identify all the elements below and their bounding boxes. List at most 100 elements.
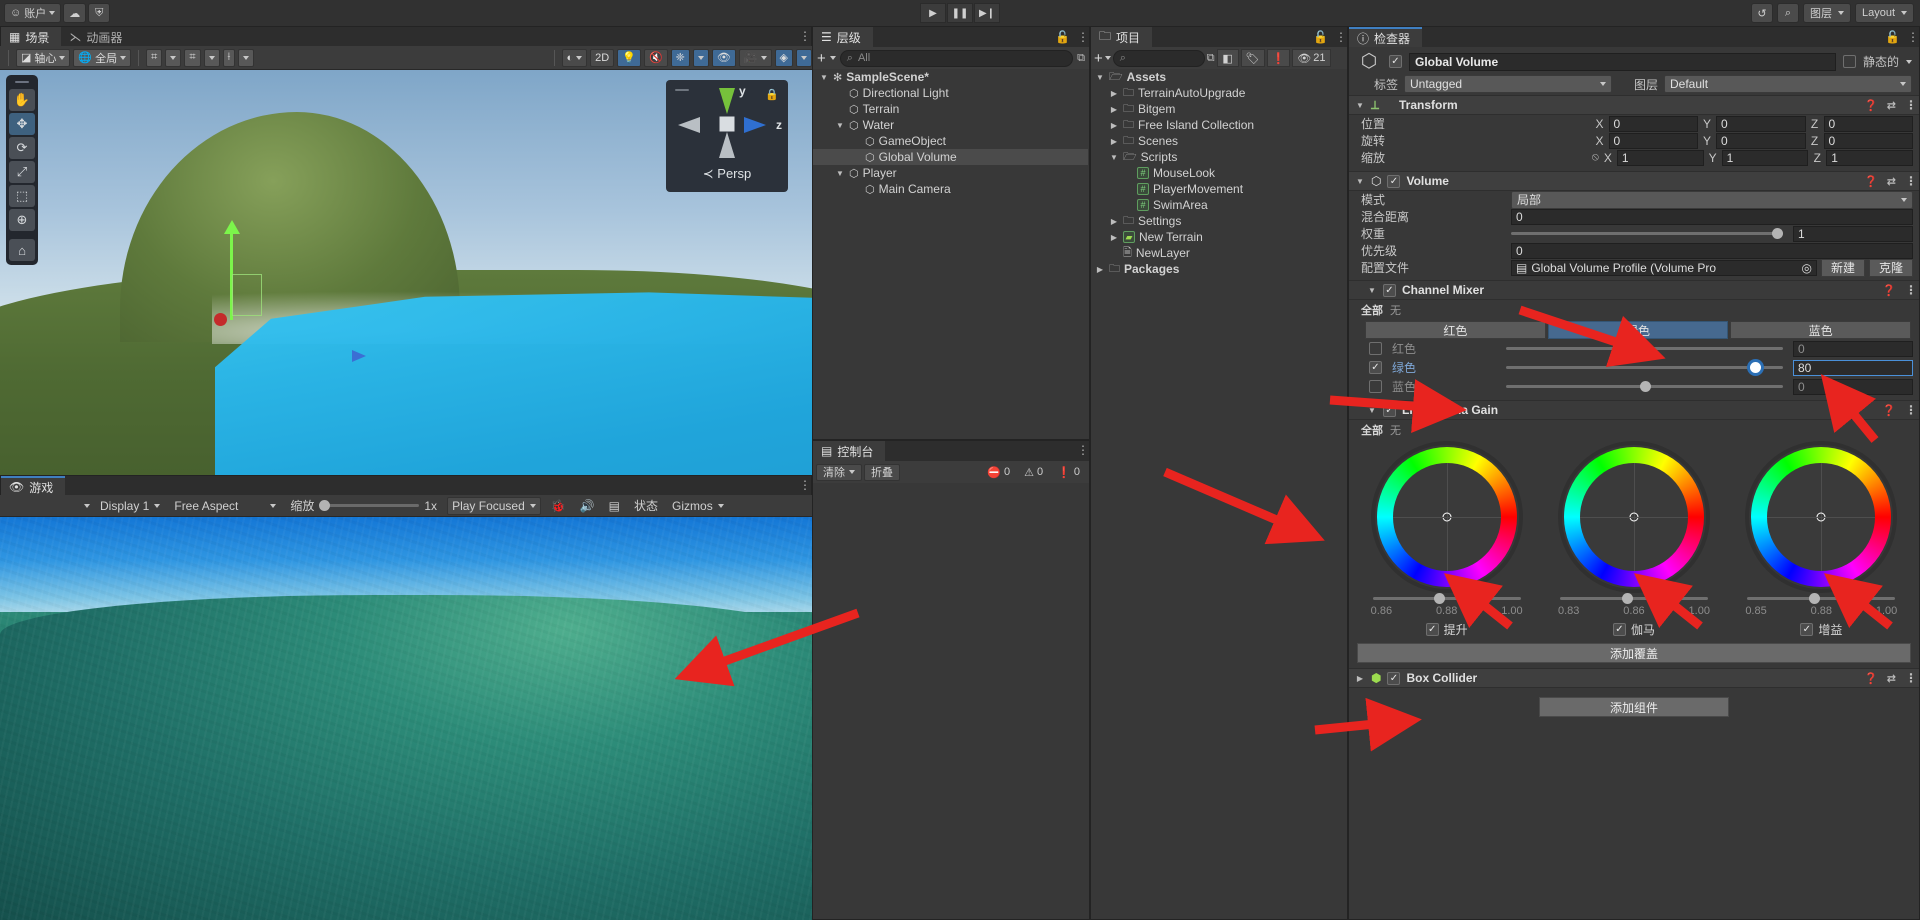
rotation-x-field[interactable]: 0 <box>1609 133 1699 149</box>
lift-gamma-gain-header[interactable]: ▼ ✓ Lift Gamma Gain ❓ ⋮ <box>1349 400 1919 420</box>
volume-profile-clone-button[interactable]: 克隆 <box>1869 259 1913 277</box>
color-wheel-override-checkbox[interactable]: ✓ <box>1613 623 1626 636</box>
gizmos-dropdown[interactable] <box>796 49 812 67</box>
preset-icon[interactable]: ⇄ <box>1887 99 1896 112</box>
project-menu-icon[interactable]: ⋮ <box>1335 31 1343 43</box>
color-wheel-inner[interactable] <box>1393 463 1501 571</box>
color-wheel-handle[interactable] <box>1817 513 1826 522</box>
add-override-button[interactable]: 添加覆盖 <box>1357 643 1911 663</box>
handle-space-dropdown[interactable]: 🌐 全局 <box>73 49 131 67</box>
component-menu-icon[interactable]: ⋮ <box>1905 284 1913 296</box>
color-wheel-slider-knob[interactable] <box>1622 593 1633 604</box>
hierarchy-expand-icon[interactable]: ⧉ <box>1077 52 1085 65</box>
hierarchy-item[interactable]: ▼⬡Player <box>813 165 1088 181</box>
scene-fx-toggle[interactable]: ❈ <box>671 49 690 67</box>
gizmo-perspective-label[interactable]: ≺ Persp <box>666 166 788 182</box>
channel-row-slider[interactable] <box>1506 385 1783 388</box>
chevron-down-icon[interactable] <box>84 504 90 508</box>
gizmo-axis-z-positive[interactable] <box>744 117 766 133</box>
color-wheel-slider-knob[interactable] <box>1434 593 1445 604</box>
project-filter-type-button[interactable]: ◧ <box>1217 49 1239 67</box>
output-tab-blue[interactable]: 蓝色 <box>1730 321 1911 339</box>
hierarchy-item[interactable]: ⬡Global Volume <box>813 149 1088 165</box>
collapse-arrow-icon[interactable]: ▼ <box>1355 177 1365 186</box>
shading-mode-dropdown[interactable]: ◐ <box>562 49 588 67</box>
snap-increment-dropdown[interactable] <box>204 49 220 67</box>
expand-arrow-icon[interactable]: ▶ <box>1109 233 1119 242</box>
collapse-arrow-icon[interactable]: ▼ <box>1367 406 1377 415</box>
transform-component-header[interactable]: ▼ ⟂ Transform ❓ ⇄ ⋮ <box>1349 95 1919 115</box>
channel-row-value[interactable]: 0 <box>1793 341 1913 357</box>
lock-icon[interactable]: 🔓 <box>1055 30 1070 44</box>
volume-profile-field[interactable]: ▤ Global Volume Profile (Volume Pro ◎ <box>1511 260 1817 276</box>
project-item[interactable]: #MouseLook <box>1091 165 1346 181</box>
gizmo-center-cube[interactable] <box>720 117 735 132</box>
all-label[interactable]: 全部 <box>1361 422 1383 438</box>
console-menu-icon[interactable]: ⋮ <box>1077 444 1085 456</box>
lock-icon[interactable]: 🔒 <box>765 88 779 101</box>
channel-row-slider-knob[interactable] <box>1640 381 1651 392</box>
channel-row-slider[interactable] <box>1506 347 1783 350</box>
grid-snap-button[interactable]: ⌗ <box>146 49 162 67</box>
game-panel-menu-icon[interactable]: ⋮ <box>799 479 807 491</box>
project-filter-warning-button[interactable]: ❗ <box>1267 49 1291 67</box>
lgg-enabled-checkbox[interactable]: ✓ <box>1383 404 1396 417</box>
channel-row-slider[interactable] <box>1506 366 1783 369</box>
gameobject-enabled-checkbox[interactable]: ✓ <box>1389 55 1402 68</box>
volume-component-header[interactable]: ▼ ⬡ ✓ Volume ❓ ⇄ ⋮ <box>1349 171 1919 191</box>
gizmo-axis-y-positive[interactable] <box>719 88 735 114</box>
gameobject-name-field[interactable]: Global Volume <box>1409 53 1836 71</box>
box-collider-enabled-checkbox[interactable]: ✓ <box>1387 672 1400 685</box>
collapse-arrow-icon[interactable]: ▼ <box>1109 153 1119 162</box>
component-menu-icon[interactable]: ⋮ <box>1905 175 1913 187</box>
collapse-arrow-icon[interactable]: ▼ <box>1355 101 1365 110</box>
channel-override-checkbox[interactable] <box>1369 380 1382 393</box>
scale-slider-knob[interactable] <box>319 500 330 511</box>
volume-weight-field[interactable]: 1 <box>1793 226 1913 242</box>
hierarchy-add-button[interactable]: + <box>817 50 826 67</box>
project-item[interactable]: 🗎NewLayer <box>1091 245 1346 261</box>
aspect-dropdown[interactable]: Free Aspect <box>170 497 280 515</box>
project-item[interactable]: #PlayerMovement <box>1091 181 1346 197</box>
channel-mixer-header[interactable]: ▼ ✓ Channel Mixer ❓ ⋮ <box>1349 280 1919 300</box>
project-tree[interactable]: ▼🗁Assets▶🗀TerrainAutoUpgrade▶🗀Bitgem▶🗀Fr… <box>1091 69 1346 918</box>
chevron-down-icon[interactable] <box>830 56 836 60</box>
add-component-button[interactable]: 添加组件 <box>1539 697 1729 717</box>
rect-tool-button[interactable]: ⬚ <box>9 185 35 207</box>
hierarchy-item[interactable]: ⬡GameObject <box>813 133 1088 149</box>
transform-tool-button[interactable]: ⊕ <box>9 209 35 231</box>
tab-scene[interactable]: ▦ 场景 <box>1 27 61 47</box>
tag-dropdown[interactable]: Untagged <box>1404 75 1612 93</box>
expand-arrow-icon[interactable]: ▶ <box>1355 674 1365 683</box>
tab-hierarchy[interactable]: ☰ 层级 <box>813 27 873 47</box>
project-item[interactable]: ▶🗀Settings <box>1091 213 1346 229</box>
output-tab-red[interactable]: 红色 <box>1365 321 1546 339</box>
debug-toggle[interactable]: 🐞 <box>547 497 570 515</box>
preset-icon[interactable]: ⇄ <box>1887 672 1896 685</box>
stats-toggle[interactable]: 状态 <box>630 497 662 515</box>
channel-row-value[interactable]: 0 <box>1793 379 1913 395</box>
help-icon[interactable]: ❓ <box>1882 284 1896 297</box>
console-error-filter[interactable]: ⛔ 0 <box>981 463 1016 481</box>
scene-panel-menu-icon[interactable]: ⋮ <box>799 30 807 42</box>
collapse-arrow-icon[interactable]: ▼ <box>819 73 829 82</box>
hierarchy-item[interactable]: ⬡Terrain <box>813 101 1088 117</box>
rotation-z-field[interactable]: 0 <box>1824 133 1914 149</box>
color-wheel-override-checkbox[interactable]: ✓ <box>1800 623 1813 636</box>
rotation-y-field[interactable]: 0 <box>1716 133 1806 149</box>
channel-override-checkbox[interactable]: ✓ <box>1369 361 1382 374</box>
shield-button[interactable]: ⛨ <box>88 3 110 23</box>
volume-mode-dropdown[interactable]: 局部 <box>1511 191 1913 209</box>
hierarchy-item[interactable]: ▼✻SampleScene* <box>813 69 1088 85</box>
help-icon[interactable]: ❓ <box>1864 672 1878 685</box>
volume-enabled-checkbox[interactable]: ✓ <box>1387 175 1400 188</box>
pivot-mode-dropdown[interactable]: ◪ 轴心 <box>16 49 70 67</box>
ruler-dropdown[interactable] <box>238 49 254 67</box>
scene-lighting-toggle[interactable]: 💡 <box>617 49 641 67</box>
layout-dropdown[interactable]: Layout <box>1855 3 1914 23</box>
channel-row-value[interactable]: 80 <box>1793 360 1913 376</box>
help-icon[interactable]: ❓ <box>1882 404 1896 417</box>
position-y-field[interactable]: 0 <box>1716 116 1806 132</box>
scene-view-viewport[interactable]: ✋ ✥ ⟳ ⤢ ⬚ ⊕ ⌂ 🔒 y z ≺ Persp <box>0 70 812 475</box>
collapse-arrow-icon[interactable]: ▼ <box>1095 73 1105 82</box>
